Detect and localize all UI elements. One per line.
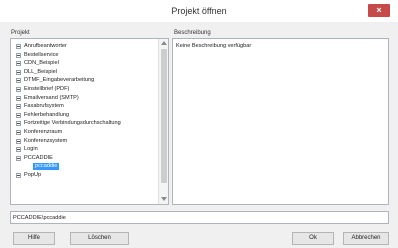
tree-item-label: CDN_Beispiel [24, 60, 59, 67]
tree-item[interactable]: Anrufbeantworter [11, 42, 158, 51]
project-path-field[interactable]: PCCADDIE\pccaddie [10, 211, 389, 224]
tree-item-label: Einstellbrief (PDF) [24, 85, 70, 92]
expand-toggle-icon[interactable] [16, 129, 21, 135]
tree-item[interactable]: Konferenzsystem [11, 137, 158, 146]
expand-toggle-icon[interactable] [16, 44, 21, 49]
project-tree[interactable]: Anrufbeantworter Bestellservice CDN_Beispi… [10, 38, 169, 205]
project-path-value: PCCADDIE\pccaddie [13, 215, 66, 221]
tree-child-item-selected[interactable]: pccaddie [11, 162, 158, 171]
scroll-down-arrow-icon[interactable] [161, 197, 167, 201]
help-button[interactable]: Hilfe [13, 232, 55, 245]
cancel-button[interactable]: Abbrechen [343, 232, 389, 245]
scroll-up-arrow-icon[interactable] [161, 41, 167, 45]
tree-item[interactable]: Einstellbrief (PDF) [11, 85, 158, 94]
expand-toggle-icon[interactable] [16, 69, 21, 75]
close-button[interactable]: × [368, 4, 390, 17]
selected-project-label: pccaddie [33, 163, 60, 171]
tree-item-label: DLL_Beispiel [24, 68, 57, 75]
tree-item[interactable]: Bestellservice [11, 51, 158, 60]
tree-item[interactable]: PCCADDIE [11, 154, 158, 163]
title-bar[interactable]: Projekt öffnen × [0, 0, 398, 22]
expand-toggle-icon[interactable] [16, 147, 21, 153]
tree-item[interactable]: DTMF_Eingabeverarbeitung [11, 76, 158, 85]
tree-item[interactable]: Fehlerbehandlung [11, 111, 158, 120]
expand-toggle-icon[interactable] [16, 95, 21, 101]
tree-item[interactable]: CDN_Beispiel [11, 59, 158, 68]
scroll-thumb[interactable] [161, 49, 167, 183]
description-text: Keine Beschreibung verfügbar [176, 43, 252, 49]
expand-toggle-icon[interactable] [16, 121, 21, 127]
expand-toggle-icon[interactable] [16, 173, 21, 179]
tree-item-label: Login [24, 146, 38, 153]
tree-item[interactable]: PopUp [11, 171, 158, 180]
tree-item-label: DTMF_Eingabeverarbeitung [24, 77, 95, 84]
expand-toggle-icon[interactable] [16, 78, 21, 84]
tree-item[interactable]: Fortzeitige Verbindungsdurchschaltung [11, 119, 158, 128]
description-label: Beschreibung [174, 30, 211, 36]
tree-item-label: PopUp [24, 172, 42, 179]
dialog-title: Projekt öffnen [171, 6, 227, 16]
tree-item-label: Fortzeitige Verbindungsdurchschaltung [24, 120, 121, 127]
description-panel: Keine Beschreibung verfügbar [172, 38, 389, 205]
tree-item-label: Bestellservice [24, 51, 59, 58]
expand-toggle-icon[interactable] [16, 138, 21, 144]
tree-item[interactable]: Konferenzraum [11, 128, 158, 137]
tree-item-label: PCCADDIE [24, 154, 53, 161]
tree-item-label: Fehlerbehandlung [24, 111, 70, 118]
expand-toggle-icon[interactable] [16, 86, 21, 92]
tree-item[interactable]: Faxabrufsystem [11, 102, 158, 111]
tree-item[interactable]: Emailversand (SMTP) [11, 94, 158, 103]
tree-item-label: Konferenzsystem [24, 137, 68, 144]
expand-toggle-icon[interactable] [16, 52, 21, 58]
expand-toggle-icon[interactable] [16, 104, 21, 110]
delete-button[interactable]: Löschen [70, 232, 129, 245]
close-icon: × [376, 5, 382, 15]
tree-item-label: Konferenzraum [24, 128, 63, 135]
tree-item-label: Emailversand (SMTP) [24, 94, 79, 101]
expand-toggle-icon[interactable] [16, 155, 21, 161]
expand-toggle-icon[interactable] [16, 61, 21, 67]
tree-scrollbar[interactable] [158, 39, 168, 204]
project-tree-list: Anrufbeantworter Bestellservice CDN_Beispi… [11, 42, 158, 180]
tree-item-label: Faxabrufsystem [24, 103, 64, 110]
ok-button[interactable]: Ok [292, 232, 334, 245]
project-label: Projekt [11, 30, 30, 36]
tree-item[interactable]: Login [11, 145, 158, 154]
open-project-dialog: Projekt öffnen × Projekt Beschreibung An… [0, 0, 398, 248]
tree-item[interactable]: DLL_Beispiel [11, 68, 158, 77]
expand-toggle-icon[interactable] [16, 112, 21, 118]
tree-item-label: Anrufbeantworter [24, 43, 67, 49]
